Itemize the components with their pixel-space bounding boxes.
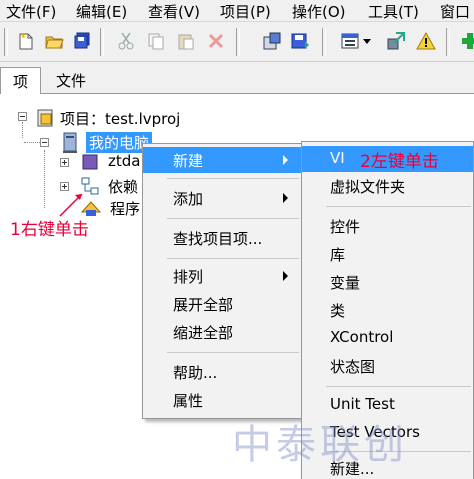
menu-item-arrange-label: 排列 xyxy=(173,268,204,286)
submenu-arrow-icon xyxy=(283,155,288,165)
tree-child-ztda[interactable]: ztda xyxy=(108,152,140,170)
menu-item-find-items[interactable]: 查找项目项... xyxy=(143,225,301,251)
menu-separator xyxy=(167,178,299,179)
submenu-arrow-icon xyxy=(283,193,288,203)
menu-item-find-items-label: 查找项目项... xyxy=(173,230,263,248)
toolbar-separator xyxy=(236,28,240,56)
submenu-item-xcontrol-label: XControl xyxy=(330,328,394,346)
menu-item-new-label: 新建 xyxy=(173,152,204,170)
tree-line xyxy=(24,142,40,143)
submenu-item-control-label: 控件 xyxy=(330,218,361,236)
menu-item-collapse-all-label: 缩进全部 xyxy=(173,324,234,342)
tab-files[interactable]: 文件 xyxy=(44,67,98,94)
menu-project[interactable]: 项目(P) xyxy=(220,1,271,22)
submenu-item-library[interactable]: 库 xyxy=(302,241,473,267)
menu-item-arrange[interactable]: 排列 xyxy=(143,263,301,289)
build-icon[interactable] xyxy=(262,31,282,51)
toolbar-separator xyxy=(100,28,104,56)
menu-file[interactable]: 文件(F) xyxy=(6,1,56,22)
submenu-item-statechart-label: 状态图 xyxy=(330,358,376,376)
project-collapse-toggle[interactable] xyxy=(18,112,27,121)
menu-item-add[interactable]: 添加 xyxy=(143,185,301,211)
submenu-item-virtual-folder[interactable]: 虚拟文件夹 xyxy=(302,173,473,199)
open-folder-icon[interactable] xyxy=(44,31,64,51)
submenu-item-class[interactable]: 类 xyxy=(302,297,473,323)
annotation-right-click: 1右键单击 xyxy=(10,220,89,240)
submenu-item-variable[interactable]: 变量 xyxy=(302,269,473,295)
computer-icon xyxy=(63,132,77,153)
submenu-item-control[interactable]: 控件 xyxy=(302,213,473,239)
menu-window[interactable]: 窗口 xyxy=(440,1,470,22)
tree-child-dependencies[interactable]: 依赖 xyxy=(108,176,138,197)
tree-child-build-specs[interactable]: 程序 xyxy=(110,198,140,219)
menu-item-properties-label: 属性 xyxy=(173,392,204,410)
copy-icon[interactable] xyxy=(146,31,166,51)
delete-icon[interactable] xyxy=(206,31,226,51)
annotation-left-click: 2左键单击 xyxy=(360,152,439,172)
submenu-item-unit-test-label: Unit Test xyxy=(330,395,395,413)
menu-tools[interactable]: 工具(T) xyxy=(368,1,419,22)
submenu-item-class-label: 类 xyxy=(330,302,346,320)
menu-item-collapse-all[interactable]: 缩进全部 xyxy=(143,319,301,345)
submenu-item-variable-label: 变量 xyxy=(330,274,361,292)
menu-item-expand-all-label: 展开全部 xyxy=(173,296,234,314)
cut-icon[interactable] xyxy=(116,31,136,51)
save-all-icon[interactable] xyxy=(72,31,92,51)
library-icon xyxy=(82,154,98,170)
menu-item-help-label: 帮助... xyxy=(173,364,218,382)
deploy-icon[interactable] xyxy=(386,31,406,51)
view-icon[interactable] xyxy=(340,31,360,51)
toolbar-separator xyxy=(322,28,326,56)
annotation-arrow-icon xyxy=(59,193,83,217)
submenu-item-vi-label: VI xyxy=(330,149,345,167)
tree-line xyxy=(44,150,45,208)
menu-item-new[interactable]: 新建 xyxy=(143,147,301,173)
menu-separator xyxy=(326,386,471,387)
menu-separator xyxy=(167,258,299,259)
menu-operate[interactable]: 操作(O) xyxy=(292,1,346,22)
project-node[interactable]: 项目：test.lvproj xyxy=(60,108,180,129)
dropdown-arrow-icon[interactable] xyxy=(362,31,372,51)
project-icon xyxy=(37,109,53,127)
child-expand-toggle[interactable] xyxy=(60,158,69,167)
menu-separator xyxy=(167,352,299,353)
menu-edit[interactable]: 编辑(E) xyxy=(76,1,127,22)
menu-item-help[interactable]: 帮助... xyxy=(143,359,301,385)
warning-icon[interactable] xyxy=(416,31,436,51)
new-vi-icon[interactable] xyxy=(16,31,36,51)
menu-view[interactable]: 查看(V) xyxy=(148,1,200,22)
tab-bar: 项 文件 xyxy=(0,62,474,95)
add-icon[interactable] xyxy=(460,31,474,51)
tree-line xyxy=(22,122,23,138)
paste-icon[interactable] xyxy=(176,31,196,51)
watermark: 中泰联创 xyxy=(232,422,408,468)
menu-item-add-label: 添加 xyxy=(173,190,204,208)
context-menu: 新建 添加 查找项目项... 排列 展开全部 缩进全部 帮助... 属性 xyxy=(142,143,302,419)
tab-items[interactable]: 项 xyxy=(0,67,42,95)
submenu-item-xcontrol[interactable]: XControl xyxy=(302,325,473,351)
menubar: 文件(F) 编辑(E) 查看(V) 项目(P) 操作(O) 工具(T) 窗口 xyxy=(0,0,474,22)
menu-item-properties[interactable]: 属性 xyxy=(143,387,301,413)
my-computer-collapse-toggle[interactable] xyxy=(40,138,49,147)
submenu-item-virtual-folder-label: 虚拟文件夹 xyxy=(330,178,406,196)
toolbar-separator xyxy=(446,28,450,56)
tab-items-label: 项 xyxy=(13,73,29,91)
submenu-item-library-label: 库 xyxy=(330,246,346,264)
menu-item-expand-all[interactable]: 展开全部 xyxy=(143,291,301,317)
submenu-item-statechart[interactable]: 状态图 xyxy=(302,353,473,379)
tab-files-label: 文件 xyxy=(56,72,87,90)
toolbar xyxy=(0,22,474,62)
toolbar-separator xyxy=(4,28,8,56)
save-icon[interactable] xyxy=(290,31,310,51)
menu-separator xyxy=(167,218,299,219)
menu-separator xyxy=(326,206,471,207)
submenu-arrow-icon xyxy=(283,271,288,281)
